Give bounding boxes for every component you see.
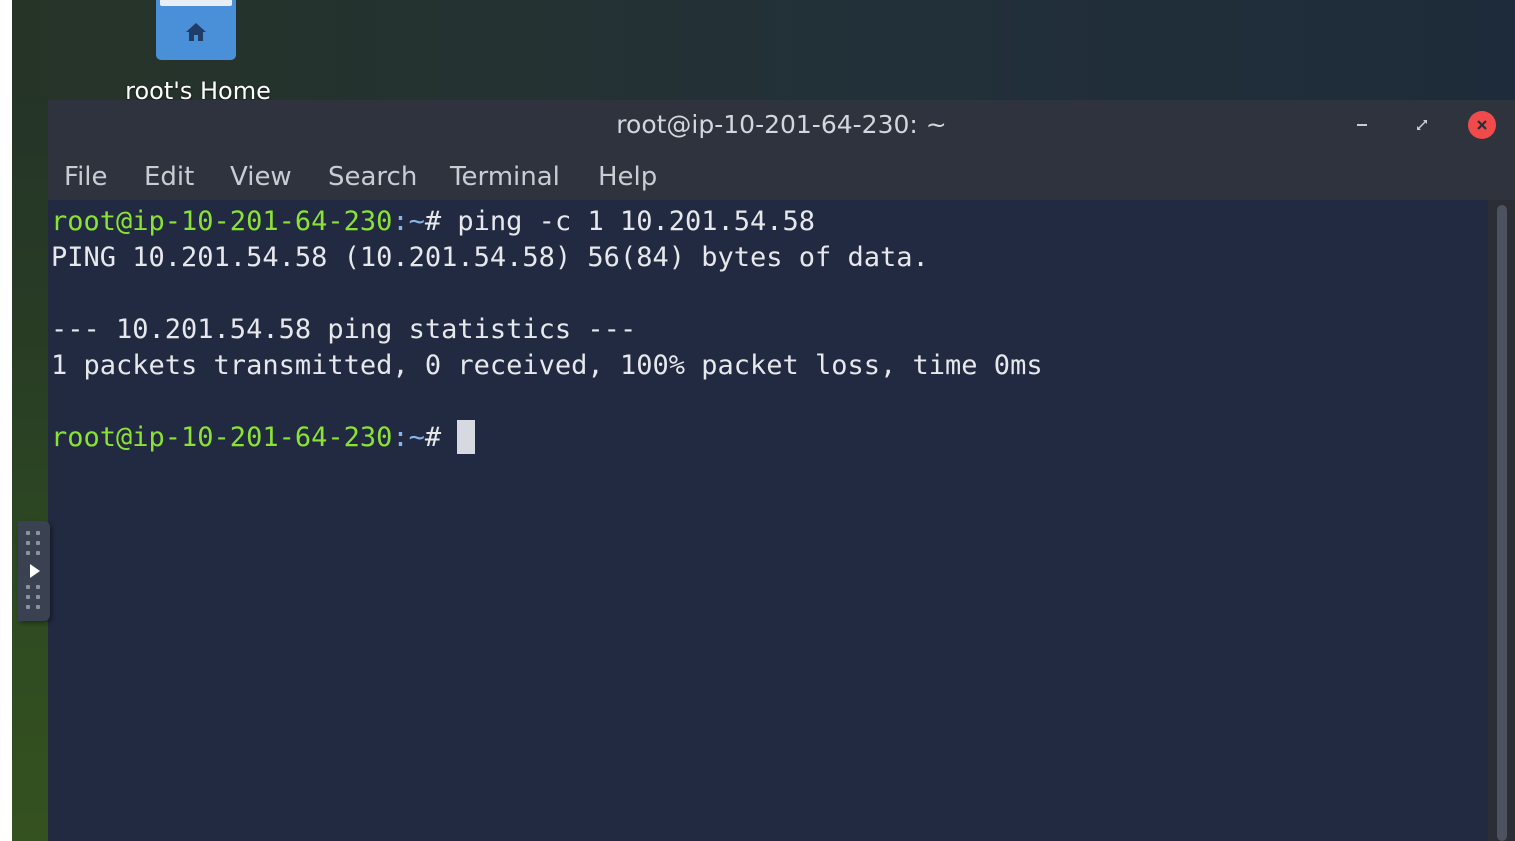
prompt-symbol: # (424, 206, 458, 237)
menu-edit[interactable]: Edit (136, 159, 202, 195)
grip-dots-bottom (26, 585, 42, 615)
terminal-line: 1 packets transmitted, 0 received, 100% … (51, 350, 1043, 381)
home-folder-icon[interactable] (156, 0, 236, 60)
house-icon (186, 23, 206, 41)
terminal-output[interactable]: root@ip-10-201-64-230:~# ping -c 1 10.20… (48, 200, 1488, 841)
scrollbar-thumb[interactable] (1497, 205, 1507, 841)
minimize-icon (1357, 124, 1367, 126)
menu-terminal[interactable]: Terminal (442, 159, 568, 195)
command-text: ping -c 1 10.201.54.58 (457, 206, 816, 237)
vertical-scrollbar[interactable] (1488, 200, 1515, 841)
title-bar[interactable]: root@ip-10-201-64-230: ~ (48, 100, 1515, 155)
side-panel-handle[interactable] (18, 521, 50, 621)
folder-tab (160, 0, 232, 6)
screen-edge (0, 0, 12, 841)
terminal-line: PING 10.201.54.58 (10.201.54.58) 56(84) … (51, 242, 929, 273)
prompt-symbol: # (424, 422, 458, 453)
text-cursor (457, 419, 476, 454)
terminal-line-command: root@ip-10-201-64-230:~# ping -c 1 10.20… (51, 204, 815, 240)
menu-file[interactable]: File (56, 159, 116, 195)
prompt-user: root@ip-10-201-64-230 (51, 206, 393, 237)
minimize-button[interactable] (1347, 110, 1377, 140)
close-button[interactable] (1467, 110, 1497, 140)
menu-search[interactable]: Search (320, 159, 425, 195)
window-title: root@ip-10-201-64-230: ~ (616, 110, 947, 139)
terminal-window: root@ip-10-201-64-230: ~ File Edit View (48, 100, 1515, 841)
prompt-dir: :~ (392, 422, 425, 453)
maximize-button[interactable] (1407, 110, 1437, 140)
menu-bar: File Edit View Search Terminal Help (48, 155, 1515, 200)
maximize-icon (1417, 120, 1427, 130)
menu-help[interactable]: Help (590, 159, 665, 195)
play-arrow-icon (30, 564, 40, 578)
close-icon (1468, 111, 1496, 139)
prompt-user: root@ip-10-201-64-230 (51, 422, 393, 453)
grip-dots-top (26, 531, 42, 561)
terminal-line: --- 10.201.54.58 ping statistics --- (51, 314, 637, 345)
prompt-dir: :~ (392, 206, 425, 237)
terminal-line-prompt: root@ip-10-201-64-230:~# (51, 419, 476, 456)
menu-view[interactable]: View (222, 159, 300, 195)
home-folder-label[interactable]: root's Home (100, 76, 296, 102)
